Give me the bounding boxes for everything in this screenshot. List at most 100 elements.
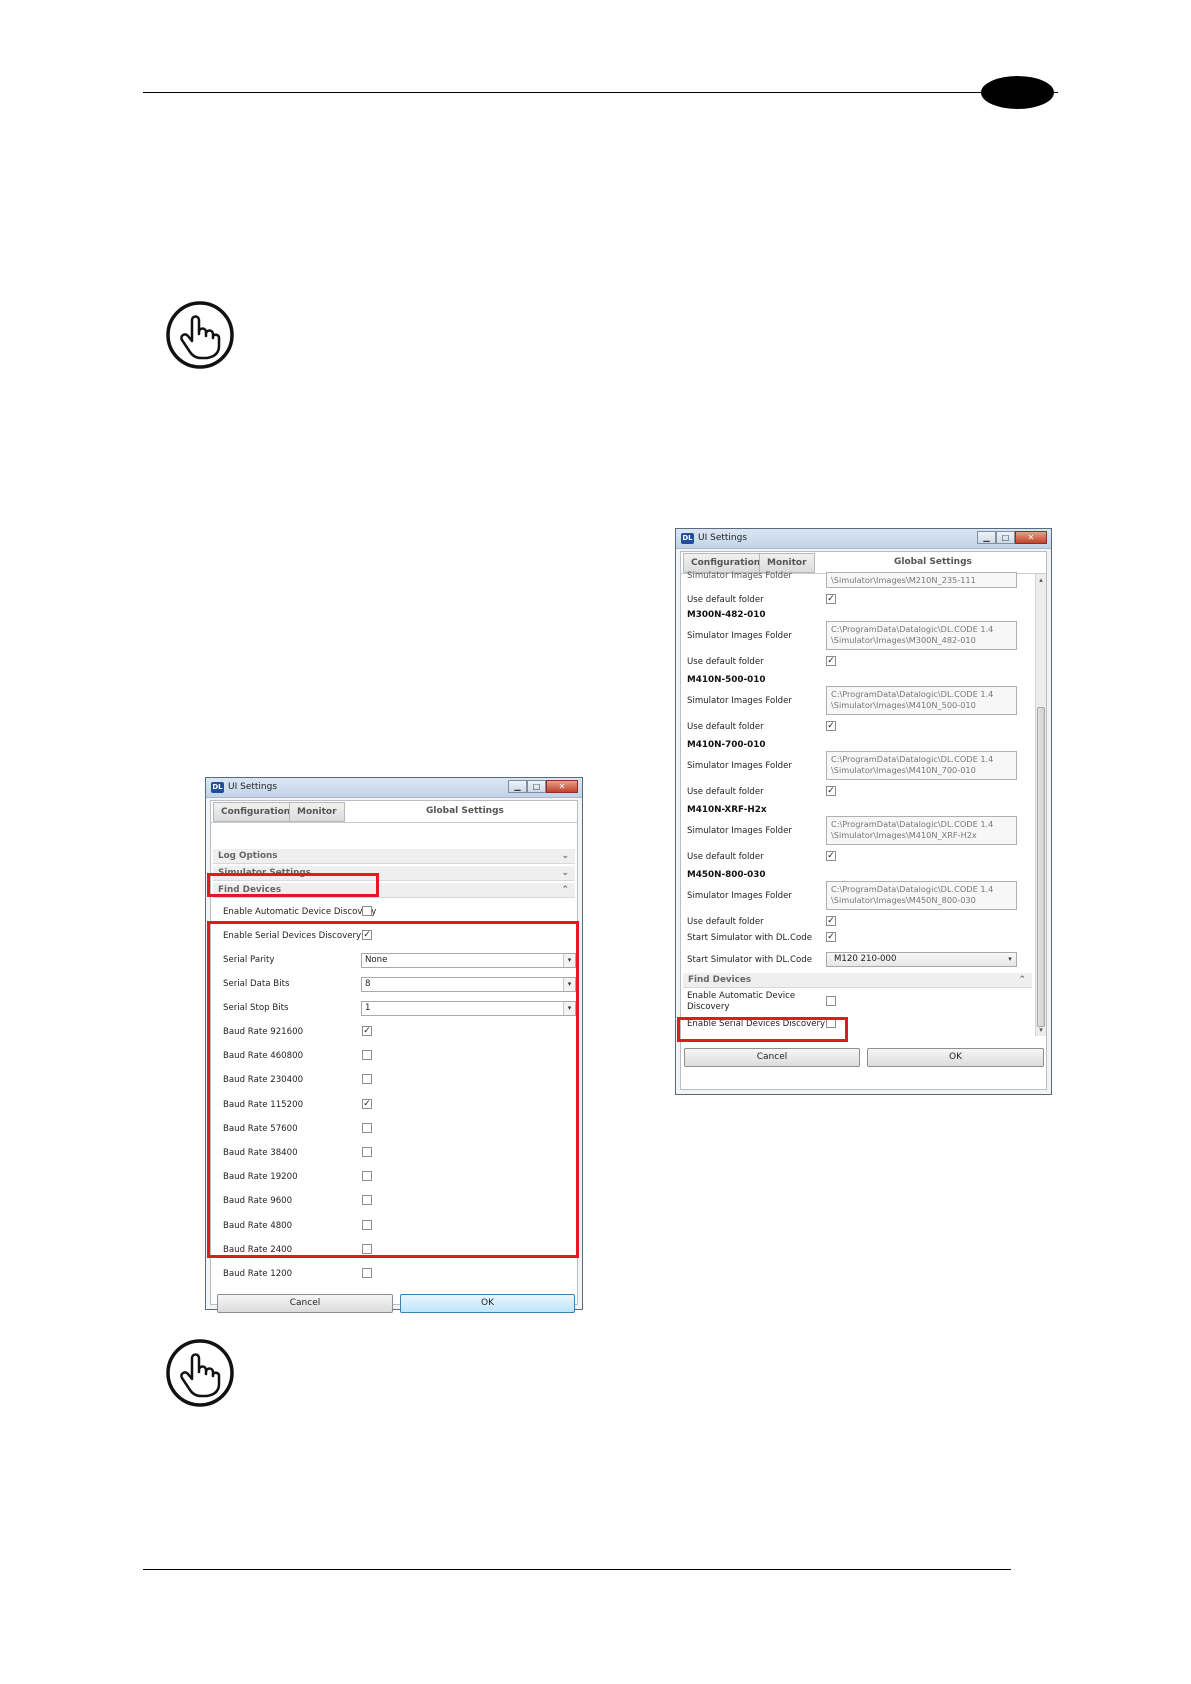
enable-auto-discovery-checkbox[interactable] (826, 996, 836, 1006)
path-line-2: \Simulator\Images\M410N_XRF-H2x (831, 830, 977, 840)
panel-title: Global Settings (426, 806, 504, 816)
use-default-folder-checkbox[interactable]: ✓ (826, 786, 836, 796)
use-default-folder-checkbox[interactable]: ✓ (826, 594, 836, 604)
model-name: M410N-500-010 (687, 675, 766, 685)
model-name: M300N-482-010 (687, 610, 766, 620)
header-rule (143, 92, 1058, 93)
title-bar[interactable]: DL UI Settings ▁ □ ✕ (676, 529, 1051, 549)
window-title: UI Settings (698, 533, 748, 543)
path-line-1: C:\ProgramData\Datalogic\DL.CODE 1.4 (831, 689, 994, 699)
model-name: M410N-700-010 (687, 740, 766, 750)
ui-settings-window-left: DL UI Settings ▁ □ ✕ Configuration Monit… (205, 777, 583, 1313)
path-line-1: C:\ProgramData\Datalogic\DL.CODE 1.4 (831, 819, 994, 829)
use-default-folder-checkbox[interactable]: ✓ (826, 656, 836, 666)
use-default-folder-checkbox[interactable]: ✓ (826, 721, 836, 731)
label-line-1: Enable Automatic Device (687, 991, 796, 1001)
close-icon[interactable]: ✕ (546, 780, 578, 793)
window-title: UI Settings (228, 782, 278, 792)
tab-strip: Configuration Monitor Global Settings (211, 801, 577, 823)
cancel-button[interactable]: Cancel (684, 1048, 860, 1067)
simulator-images-folder-label: Simulator Images Folder (687, 761, 792, 771)
panel-title: Global Settings (894, 557, 972, 567)
start-simulator-model-label: Start Simulator with DL.Code (687, 955, 813, 965)
simulator-images-folder-label: Simulator Images Folder (687, 696, 792, 706)
simulator-images-path-field[interactable]: C:\ProgramData\Datalogic\DL.CODE 1.4 \Sim… (826, 621, 1017, 650)
simulator-images-path-field[interactable]: C:\ProgramData\Datalogic\DL.CODE 1.4 \Sim… (826, 751, 1017, 780)
app-logo-icon: DL (681, 533, 694, 544)
simulator-images-folder-label: Simulator Images Folder (687, 571, 792, 581)
note-hand-icon (165, 1338, 235, 1408)
tab-configuration[interactable]: Configuration (213, 802, 299, 822)
path-line-2: \Simulator\Images\M410N_500-010 (831, 700, 976, 710)
path-line-1: C:\ProgramData\Datalogic\DL.CODE 1.4 (831, 754, 994, 764)
highlight-auto-discovery (207, 873, 379, 897)
chevron-up-icon: ⌃ (561, 885, 569, 895)
select-value: M120 210-000 (834, 954, 897, 964)
maximize-icon[interactable]: □ (996, 531, 1015, 544)
path-line-1: C:\ProgramData\Datalogic\DL.CODE 1.4 (831, 884, 994, 894)
tab-configuration[interactable]: Configuration (683, 553, 769, 573)
section-log-options[interactable]: Log Options ⌄ (213, 849, 575, 864)
baud-rate-label: Baud Rate 1200 (223, 1269, 293, 1279)
simulator-images-path-field[interactable]: C:\ProgramData\Datalogic\DL.CODE 1.4 \Sim… (826, 816, 1017, 845)
path-text: \Simulator\Images\M210N_235-111 (831, 575, 976, 585)
scrollbar-thumb[interactable] (1037, 707, 1045, 1027)
tab-monitor[interactable]: Monitor (289, 802, 345, 822)
use-default-folder-label: Use default folder (687, 917, 764, 927)
cancel-button[interactable]: Cancel (217, 1294, 393, 1313)
section-find-devices[interactable]: Find Devices ⌃ (683, 973, 1032, 988)
enable-auto-discovery-checkbox[interactable] (362, 906, 372, 916)
footer-rule (143, 1569, 1011, 1570)
ui-settings-window-right: DL UI Settings ▁ □ ✕ Configuration Monit… (675, 528, 1052, 1095)
scroll-up-icon[interactable]: ▴ (1036, 576, 1046, 584)
use-default-folder-label: Use default folder (687, 852, 764, 862)
use-default-folder-label: Use default folder (687, 595, 764, 605)
enable-auto-discovery-label: Enable Automatic Device Discovery (223, 907, 377, 917)
section-label: Log Options (218, 851, 278, 861)
section-label: Find Devices (688, 975, 752, 985)
simulator-images-folder-label: Simulator Images Folder (687, 826, 792, 836)
maximize-icon[interactable]: □ (527, 780, 546, 793)
ok-button[interactable]: OK (867, 1048, 1044, 1067)
start-simulator-model-select[interactable]: M120 210-000 ▾ (826, 952, 1017, 967)
tab-monitor[interactable]: Monitor (759, 553, 815, 573)
label-line-2: Discovery (687, 1002, 730, 1012)
vertical-scrollbar[interactable]: ▴ ▾ (1035, 574, 1046, 1036)
use-default-folder-checkbox[interactable]: ✓ (826, 916, 836, 926)
chevron-down-icon: ⌄ (561, 851, 569, 861)
simulator-images-path-field[interactable]: C:\ProgramData\Datalogic\DL.CODE 1.4 \Sim… (826, 686, 1017, 715)
enable-auto-discovery-label: Enable Automatic Device Discovery (687, 991, 795, 1013)
use-default-folder-checkbox[interactable]: ✓ (826, 851, 836, 861)
simulator-images-path-field[interactable]: \Simulator\Images\M210N_235-111 (826, 572, 1017, 588)
model-name: M450N-800-030 (687, 870, 766, 880)
minimize-icon[interactable]: ▁ (508, 780, 527, 793)
chevron-up-icon: ⌃ (1018, 975, 1026, 985)
simulator-images-folder-label: Simulator Images Folder (687, 631, 792, 641)
ok-button[interactable]: OK (400, 1294, 575, 1313)
path-line-2: \Simulator\Images\M300N_482-010 (831, 635, 976, 645)
dropdown-arrow-icon: ▾ (1008, 955, 1012, 963)
page-number-tab (981, 76, 1054, 109)
chevron-down-icon: ⌄ (561, 868, 569, 878)
path-line-1: C:\ProgramData\Datalogic\DL.CODE 1.4 (831, 624, 994, 634)
path-line-2: \Simulator\Images\M450N_800-030 (831, 895, 976, 905)
dialog-client: Configuration Monitor Global Settings Si… (680, 551, 1047, 1090)
simulator-images-folder-label: Simulator Images Folder (687, 891, 792, 901)
use-default-folder-label: Use default folder (687, 722, 764, 732)
scroll-down-icon[interactable]: ▾ (1036, 1026, 1046, 1034)
title-bar[interactable]: DL UI Settings ▁ □ ✕ (206, 778, 582, 798)
start-simulator-checkbox[interactable]: ✓ (826, 932, 836, 942)
simulator-images-path-field[interactable]: C:\ProgramData\Datalogic\DL.CODE 1.4 \Sim… (826, 881, 1017, 910)
close-icon[interactable]: ✕ (1015, 531, 1047, 544)
app-logo-icon: DL (211, 782, 224, 793)
minimize-icon[interactable]: ▁ (977, 531, 996, 544)
note-hand-icon (165, 300, 235, 370)
model-name: M410N-XRF-H2x (687, 805, 767, 815)
baud-rate-checkbox[interactable] (362, 1268, 372, 1278)
path-line-2: \Simulator\Images\M410N_700-010 (831, 765, 976, 775)
use-default-folder-label: Use default folder (687, 787, 764, 797)
start-simulator-label: Start Simulator with DL.Code (687, 933, 813, 943)
highlight-serial-discovery (677, 1017, 848, 1042)
use-default-folder-label: Use default folder (687, 657, 764, 667)
highlight-serial-settings (207, 921, 579, 1258)
